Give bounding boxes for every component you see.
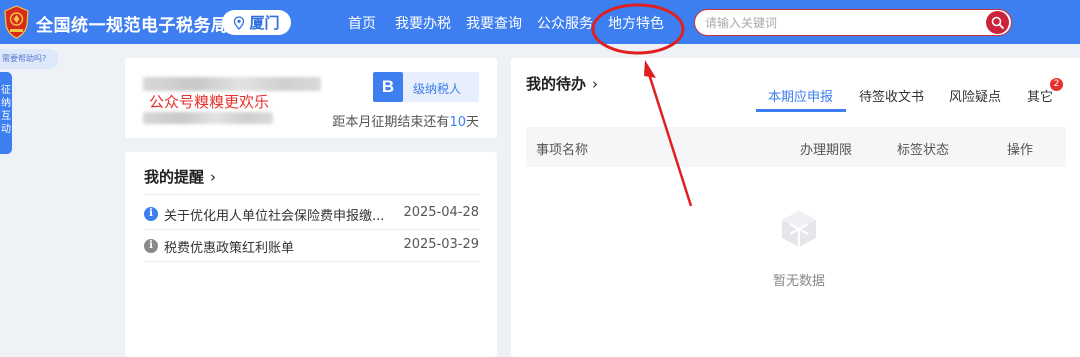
- active-tab-indicator: [756, 109, 846, 112]
- todo-card: 我的待办 › 本期应申报 待签收文书 风险疑点 其它 2 事项名称 办理期限 标签…: [511, 58, 1080, 357]
- divider: [144, 194, 479, 195]
- top-header: 全国统一规范电子税务局 厦门 首页 我要办税 我要查询 公众服务 地方特色: [0, 0, 1080, 44]
- tax-emblem-icon: [4, 5, 29, 39]
- empty-state-text: 暂无数据: [773, 274, 826, 289]
- search-button[interactable]: [986, 11, 1009, 34]
- reminder-item[interactable]: i 关于优化用人单位社会保险费申报缴... 2025-04-28: [144, 203, 479, 225]
- nav-file-tax[interactable]: 我要办税: [395, 13, 451, 33]
- tab-risk-issues[interactable]: 风险疑点: [949, 86, 1001, 105]
- location-pin-icon: [234, 15, 245, 30]
- column-header: 操作: [1007, 143, 1034, 158]
- deadline-suffix: 天: [465, 115, 479, 130]
- search-input[interactable]: [705, 14, 975, 32]
- taxpayer-level-badge[interactable]: B 级纳税人: [373, 72, 479, 102]
- reminder-date: 2025-04-28: [403, 205, 479, 220]
- deadline-text: 距本月征期结束还有10天: [332, 111, 479, 130]
- column-header: 标签状态: [897, 143, 950, 158]
- deadline-days: 10: [449, 115, 466, 130]
- site-title[interactable]: 全国统一规范电子税务局: [36, 11, 229, 36]
- empty-box-icon: [782, 211, 816, 247]
- nav-home[interactable]: 首页: [348, 13, 376, 33]
- todo-title-text: 我的待办: [526, 75, 587, 93]
- search-box: [694, 9, 1012, 36]
- chevron-right-icon: ›: [592, 75, 599, 93]
- info-icon: i: [144, 239, 158, 253]
- taxpayer-profile-card: 公众号糗糗更欢乐 B 级纳税人 距本月征期结束还有10天: [125, 58, 497, 138]
- help-tab[interactable]: 征纳互动: [0, 72, 12, 154]
- notification-badge: 2: [1050, 78, 1063, 91]
- column-header: 办理期限: [800, 143, 853, 158]
- nav-query[interactable]: 我要查询: [466, 13, 522, 33]
- reminder-text: 税费优惠政策红利账单: [164, 241, 295, 256]
- reminder-text: 关于优化用人单位社会保险费申报缴...: [164, 209, 385, 224]
- table-header: 事项名称 办理期限 标签状态 操作: [526, 127, 1066, 167]
- tab-pending-documents[interactable]: 待签收文书: [859, 86, 924, 105]
- redacted-id: [143, 112, 273, 124]
- tab-other[interactable]: 其它: [1027, 86, 1053, 105]
- city-label: 厦门: [249, 14, 280, 32]
- todo-title[interactable]: 我的待办 ›: [526, 73, 598, 94]
- column-header: 事项名称: [536, 143, 589, 158]
- info-icon: i: [144, 207, 158, 221]
- reminders-card: 我的提醒 › i 关于优化用人单位社会保险费申报缴... 2025-04-28 i…: [125, 152, 497, 357]
- redacted-name: [143, 77, 321, 91]
- watermark-text: 公众号糗糗更欢乐: [149, 93, 270, 111]
- divider: [144, 261, 479, 262]
- help-bubble[interactable]: 需要帮助吗?: [0, 49, 58, 69]
- deadline-prefix: 距本月征期结束还有: [332, 115, 450, 130]
- level-letter: B: [373, 72, 403, 102]
- reminders-title[interactable]: 我的提醒 ›: [144, 166, 216, 187]
- nav-public-service[interactable]: 公众服务: [537, 13, 593, 33]
- city-selector[interactable]: 厦门: [222, 10, 291, 35]
- chevron-right-icon: ›: [210, 168, 217, 186]
- reminder-item[interactable]: i 税费优惠政策红利账单 2025-03-29: [144, 235, 479, 257]
- tab-current-filing[interactable]: 本期应申报: [768, 86, 833, 105]
- level-label: 级纳税人: [413, 82, 462, 96]
- reminders-title-text: 我的提醒: [144, 168, 205, 186]
- nav-local-features[interactable]: 地方特色: [608, 13, 664, 33]
- divider: [144, 229, 479, 230]
- search-icon: [991, 16, 1004, 29]
- reminder-date: 2025-03-29: [403, 237, 479, 252]
